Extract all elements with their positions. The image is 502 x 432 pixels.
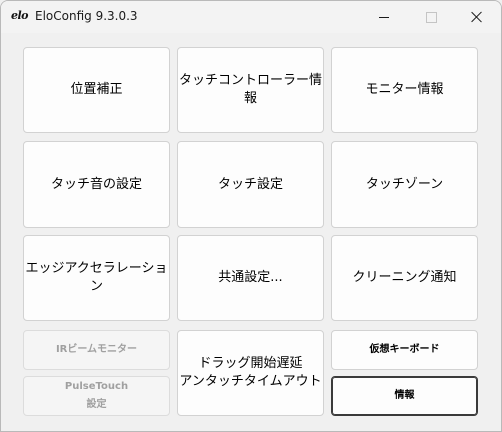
common-settings-button[interactable]: 共通設定...	[177, 235, 324, 321]
minimize-button[interactable]	[361, 1, 407, 33]
untouch-timeout-label: アンタッチタイムアウト	[179, 374, 322, 389]
ir-beam-monitor-button: IRビームモニター	[23, 330, 170, 370]
info-button[interactable]: 情報	[331, 376, 478, 416]
window-title: EloConfig 9.3.0.3	[35, 9, 138, 23]
virtual-keyboard-button[interactable]: 仮想キーボード	[331, 330, 478, 370]
calibration-button[interactable]: 位置補正	[23, 47, 170, 133]
touch-sound-button[interactable]: タッチ音の設定	[23, 141, 170, 228]
minimize-icon	[379, 16, 389, 18]
pulsetouch-settings-button: PulseTouch 設定	[23, 376, 170, 416]
pulsetouch-settings-label: 設定	[86, 399, 107, 410]
touch-controller-info-button[interactable]: タッチコントローラー情報	[177, 47, 324, 133]
drag-delay-untouch-timeout-button[interactable]: ドラッグ開始遅延 アンタッチタイムアウト	[177, 330, 324, 416]
touch-settings-button[interactable]: タッチ設定	[177, 141, 324, 228]
close-icon	[471, 11, 483, 23]
title-bar: elo EloConfig 9.3.0.3	[1, 1, 501, 33]
edge-acceleration-button[interactable]: エッジアクセラレーション	[23, 235, 170, 321]
monitor-info-button[interactable]: モニター情報	[331, 47, 478, 133]
cleaning-notice-button[interactable]: クリーニング通知	[331, 235, 478, 321]
pulsetouch-label: PulseTouch	[64, 381, 129, 392]
eloconfig-window: elo EloConfig 9.3.0.3 位置補正 タッチコントローラー情報 …	[0, 0, 502, 432]
drag-delay-label: ドラッグ開始遅延	[198, 356, 303, 371]
maximize-icon	[425, 11, 437, 23]
maximize-button	[408, 1, 454, 33]
elo-logo-icon: elo	[11, 9, 29, 22]
close-button[interactable]	[454, 1, 500, 33]
touch-zone-button[interactable]: タッチゾーン	[331, 141, 478, 228]
